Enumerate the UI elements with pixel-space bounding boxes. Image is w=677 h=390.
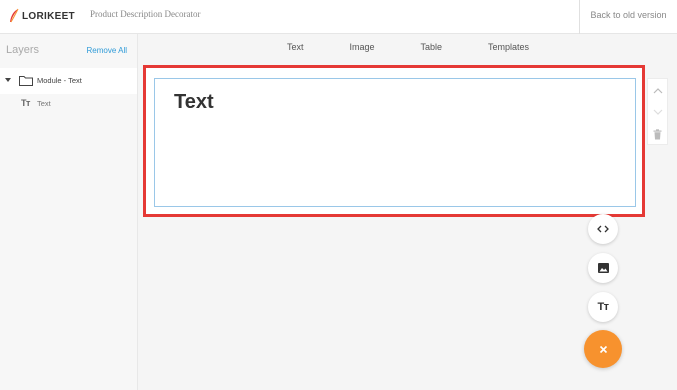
add-text-button[interactable]: Tт [588,292,618,322]
logo[interactable]: LORIKEET [8,8,75,24]
close-icon [599,345,607,353]
tab-image[interactable]: Image [326,42,397,52]
feather-logo-icon [10,8,19,23]
trash-icon [653,128,662,139]
chevron-up-icon [653,87,662,93]
layers-header: Layers Remove All [0,34,137,68]
layer-item-module-text[interactable]: Module - Text [0,68,137,94]
layers-panel: Layers Remove All Module - Text Tт Text [0,34,138,390]
folder-icon [19,76,33,86]
app-title: Product Description Decorator [90,9,201,19]
add-code-button[interactable] [588,214,618,244]
module-side-tools [647,78,668,145]
move-up-button[interactable] [648,79,667,101]
remove-all-button[interactable]: Remove All [87,46,127,55]
chevron-down-icon [653,109,662,115]
logo-text: LORIKEET [22,10,75,22]
layer-item-label: Module - Text [37,76,82,85]
selected-text-module[interactable]: Text [143,65,645,217]
delete-button[interactable] [648,123,667,145]
tab-text[interactable]: Text [264,42,327,52]
layer-item-text[interactable]: Tт Text [0,94,137,114]
move-down-button[interactable] [648,101,667,123]
text-icon: Tт [597,301,609,313]
text-type-icon: Tт [21,98,30,108]
code-icon [597,225,609,233]
text-content[interactable]: Text [174,91,214,114]
add-image-button[interactable] [588,253,618,283]
element-toolbar: Text Image Table Templates [139,34,677,60]
tab-templates[interactable]: Templates [465,42,552,52]
layers-title: Layers [6,44,40,56]
tab-table[interactable]: Table [397,42,465,52]
caret-down-icon[interactable] [5,78,11,82]
layer-item-label: Text [37,99,51,108]
image-icon [597,263,609,273]
text-editor-area[interactable]: Text [154,78,636,207]
back-to-old-version-link[interactable]: Back to old version [579,0,677,34]
app-header: LORIKEET Product Description Decorator B… [0,0,677,34]
close-fab-button[interactable] [584,330,622,368]
